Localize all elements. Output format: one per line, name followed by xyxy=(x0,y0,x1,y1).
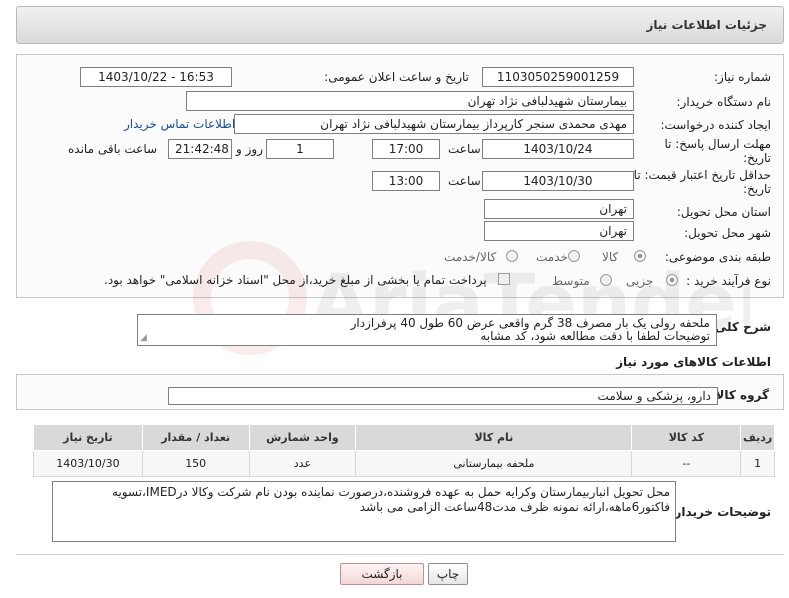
days-label: روز و xyxy=(236,142,263,156)
province-label: استان محل تحویل: xyxy=(676,205,771,219)
cell-goods-code: -- xyxy=(631,450,742,477)
buyer-contact-link[interactable]: اطلاعات تماس خریدار xyxy=(124,117,235,131)
buyer-org-field: بیمارستان شهیدلبافی نژاد تهران xyxy=(186,91,634,111)
cell-need-date: 1403/10/30 xyxy=(33,450,143,477)
city-field: تهران xyxy=(484,221,634,241)
table-header-row: ردیف کد کالا نام کالا واحد شمارش تعداد /… xyxy=(33,424,775,451)
deadline-date-field: 1403/10/24 xyxy=(482,139,634,159)
col-goods-name: نام کالا xyxy=(355,424,633,451)
purchase-type-label: نوع فرآیند خرید : xyxy=(686,274,771,288)
goods-group-label: گروه کالا: xyxy=(710,388,769,402)
buyer-org-label: نام دستگاه خریدار: xyxy=(676,95,772,109)
category-radio-goods-service[interactable] xyxy=(506,250,518,262)
category-option-goods-service: کالا/خدمت xyxy=(444,250,497,264)
announce-field: 1403/10/22 - 16:53 xyxy=(80,67,232,87)
print-button[interactable]: چاپ xyxy=(428,563,468,585)
buyer-notes-line-2: فاکتور6ماهه،ارائه نمونه ظرف مدت48ساعت ال… xyxy=(359,500,670,514)
cell-quantity: 150 xyxy=(141,450,250,477)
creator-label: ایجاد کننده درخواست: xyxy=(660,118,771,132)
resize-grip-icon: ◢ xyxy=(140,333,147,343)
items-table: ردیف کد کالا نام کالا واحد شمارش تعداد /… xyxy=(33,424,775,477)
footer-divider xyxy=(16,554,784,555)
remaining-label: ساعت باقی مانده xyxy=(68,142,158,156)
cell-unit: عدد xyxy=(248,450,357,477)
table-row: 1 -- ملحفه بیمارستانی عدد 150 1403/10/30 xyxy=(33,450,775,477)
category-radio-goods[interactable] xyxy=(634,250,646,262)
deadline-label-1: مهلت ارسال پاسخ: تا xyxy=(664,137,771,151)
deadline-label-2: تاریخ: xyxy=(743,151,771,165)
page-title: جزئیات اطلاعات نیاز xyxy=(646,18,767,32)
category-label: طبقه بندی موضوعی: xyxy=(664,250,771,264)
col-need-date: تاریخ نیاز xyxy=(33,424,143,451)
min-price-label-2: تاریخ: xyxy=(743,182,771,196)
col-row-number: ردیف xyxy=(740,424,775,451)
goods-section-title: اطلاعات کالاهای مورد نیاز xyxy=(616,355,771,369)
province-field: تهران xyxy=(484,199,634,219)
min-price-time-label: ساعت xyxy=(448,174,481,188)
need-number-field: 1103050259001259 xyxy=(482,67,634,87)
remaining-time-field: 21:42:48 xyxy=(168,139,232,159)
buyer-notes-line-1: محل تحویل انباربیمارستان وکرایه حمل به ع… xyxy=(112,485,670,499)
min-price-date-field: 1403/10/30 xyxy=(482,171,634,191)
min-price-label-1: حداقل تاریخ اعتبار قیمت: تا xyxy=(633,168,771,182)
purchase-radio-minor[interactable] xyxy=(666,274,678,286)
min-price-time-field: 13:00 xyxy=(372,171,440,191)
back-button[interactable]: بازگشت xyxy=(340,563,424,585)
creator-field: مهدی محمدی سنجر کارپرداز بیمارستان شهیدل… xyxy=(234,114,634,134)
category-option-goods: کالا xyxy=(602,250,619,264)
page-header: جزئیات اطلاعات نیاز xyxy=(16,6,784,44)
cell-row-number: 1 xyxy=(740,450,775,477)
description-field: ملحفه رولی یک بار مصرف 38 گرم واقعی عرض … xyxy=(137,314,717,346)
category-radio-service[interactable] xyxy=(568,250,580,262)
buyer-notes-label: توضیحات خریدار: xyxy=(669,505,771,519)
deadline-time-label: ساعت xyxy=(448,142,481,156)
goods-group-field: دارو، پزشکی و سلامت xyxy=(168,387,718,405)
treasury-payment-checkbox[interactable] xyxy=(498,273,510,285)
announce-label: تاریخ و ساعت اعلان عمومی: xyxy=(324,70,469,84)
description-line-2: توضیحات لطفا با دقت مطالعه شود، کد مشابه xyxy=(480,329,710,343)
need-number-label: شماره نیاز: xyxy=(714,70,771,84)
col-unit: واحد شمارش xyxy=(248,424,357,451)
category-option-service: خدمت xyxy=(536,250,568,264)
city-label: شهر محل تحویل: xyxy=(684,226,771,240)
purchase-option-minor: جزیی xyxy=(626,274,654,288)
col-goods-code: کد کالا xyxy=(631,424,742,451)
treasury-payment-note: پرداخت تمام یا بخشی از مبلغ خرید،از محل … xyxy=(104,273,487,287)
buyer-notes-field: محل تحویل انباربیمارستان وکرایه حمل به ع… xyxy=(52,481,676,542)
purchase-radio-medium[interactable] xyxy=(600,274,612,286)
purchase-option-medium: متوسط xyxy=(552,274,590,288)
deadline-time-field: 17:00 xyxy=(372,139,440,159)
days-field: 1 xyxy=(266,139,334,159)
col-quantity: تعداد / مقدار xyxy=(141,424,250,451)
cell-goods-name: ملحفه بیمارستانی xyxy=(355,450,633,477)
